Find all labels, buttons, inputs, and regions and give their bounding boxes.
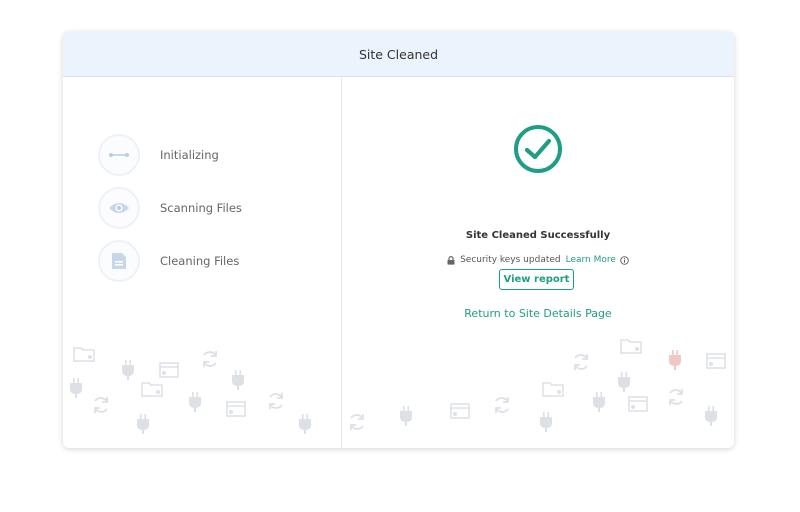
plug-icon xyxy=(122,360,134,380)
step-scanning: Scanning Files xyxy=(98,187,242,229)
card-title: Site Cleaned xyxy=(358,46,439,62)
view-report-button[interactable]: View report xyxy=(499,269,574,290)
step-label: Initializing xyxy=(160,148,219,162)
plug-icon xyxy=(232,370,244,390)
security-keys-row: Security keys updated Learn More xyxy=(342,255,734,265)
progress-steps-panel: Initializing Scanning Files Cleaning Fil… xyxy=(63,77,341,448)
result-panel: Site Cleaned Successfully Security keys … xyxy=(342,77,734,448)
folder-icon xyxy=(73,347,95,362)
plug-icon xyxy=(669,350,681,370)
plug-icon xyxy=(593,392,605,412)
folder-icon xyxy=(141,382,163,397)
browser-icon xyxy=(706,353,726,369)
refresh-icon xyxy=(269,393,283,409)
plug-icon xyxy=(400,406,412,426)
refresh-icon xyxy=(669,389,683,405)
file-icon xyxy=(98,240,140,282)
eye-icon xyxy=(98,187,140,229)
lock-icon xyxy=(447,255,455,265)
plug-icon xyxy=(299,414,311,434)
step-label: Cleaning Files xyxy=(160,254,240,268)
learn-more-link[interactable]: Learn More xyxy=(566,255,616,265)
card-body: Initializing Scanning Files Cleaning Fil… xyxy=(63,77,734,448)
browser-icon xyxy=(628,396,648,412)
plug-icon xyxy=(705,406,717,426)
plug-icon xyxy=(618,372,630,392)
security-keys-text: Security keys updated xyxy=(460,255,561,265)
plug-icon xyxy=(137,414,149,434)
plug-icon xyxy=(189,392,201,412)
step-initializing: Initializing xyxy=(98,134,219,176)
checkmark-circle-icon xyxy=(514,125,562,173)
return-to-site-details-link[interactable]: Return to Site Details Page xyxy=(342,307,734,320)
card-header: Site Cleaned xyxy=(63,32,734,77)
success-headline: Site Cleaned Successfully xyxy=(465,230,611,241)
site-cleaned-card: Site Cleaned Initializing Scanning Files… xyxy=(63,32,734,448)
info-icon[interactable] xyxy=(620,255,629,265)
browser-icon xyxy=(159,362,179,378)
refresh-icon xyxy=(495,397,509,413)
refresh-icon xyxy=(203,351,217,367)
step-label: Scanning Files xyxy=(160,201,242,215)
folder-icon xyxy=(542,382,564,397)
folder-icon xyxy=(620,339,642,354)
refresh-icon xyxy=(574,354,588,370)
browser-icon xyxy=(226,401,246,417)
refresh-icon xyxy=(350,414,364,430)
plug-icon xyxy=(70,378,82,398)
arrows-icon xyxy=(98,134,140,176)
step-cleaning: Cleaning Files xyxy=(98,240,239,282)
browser-icon xyxy=(450,403,470,419)
refresh-icon xyxy=(94,397,108,413)
plug-icon xyxy=(540,412,552,432)
